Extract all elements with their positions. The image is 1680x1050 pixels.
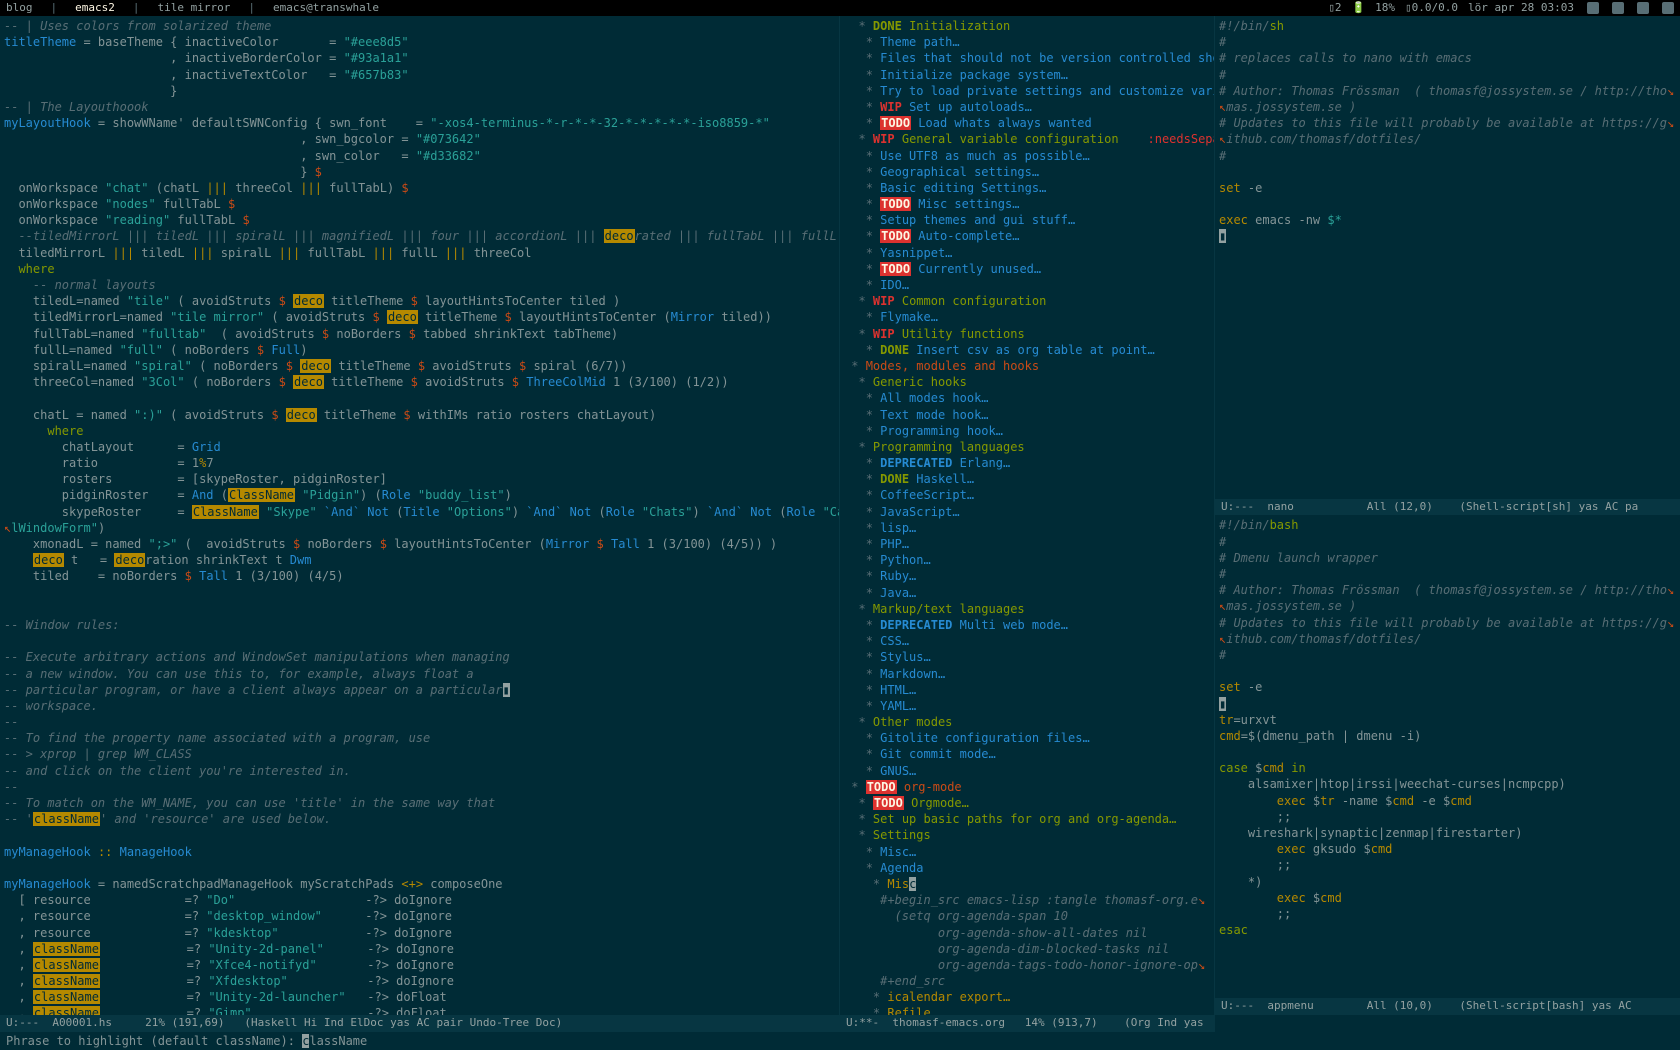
- tray-icon[interactable]: [1587, 2, 1599, 14]
- wm-tab-sep: |: [51, 1, 58, 16]
- modeline-org: U:**- thomasf-emacs.org 14% (913,7) (Org…: [840, 1015, 1215, 1032]
- wm-tab[interactable]: tile mirror: [158, 1, 231, 16]
- wm-tab[interactable]: emacs@transwhale: [273, 1, 379, 16]
- net-indicator: ▯2: [1328, 1, 1341, 16]
- tray-icon[interactable]: [1662, 2, 1674, 14]
- modeline-row: U:--- A00001.hs 21% (191,69) (Haskell Hi…: [0, 1015, 1680, 1032]
- minibuffer-prompt: Phrase to highlight (default className):: [6, 1034, 302, 1048]
- wm-panel: blog | emacs2 | tile mirror | emacs@tran…: [0, 0, 1680, 16]
- wm-tab-active[interactable]: emacs2: [75, 1, 115, 16]
- clock: lör apr 28 03:03: [1468, 1, 1574, 16]
- minibuffer[interactable]: Phrase to highlight (default className):…: [0, 1032, 1680, 1050]
- right-column: #!/bin/sh## replaces calls to nano with …: [1215, 16, 1680, 1015]
- load-indicator: ▯0.0/0.0: [1405, 1, 1458, 16]
- modeline-nano: U:--- nano All (12,0) (Shell-script[sh] …: [1215, 499, 1680, 516]
- wm-tray: ▯2 🔋 18% ▯0.0/0.0 lör apr 28 03:03: [1328, 1, 1674, 16]
- buffer-appmenu-sh[interactable]: #!/bin/bash## Dmenu launch wrapper## Aut…: [1215, 515, 1680, 998]
- wm-tabs: blog | emacs2 | tile mirror | emacs@tran…: [6, 1, 379, 16]
- wm-tab-sep: |: [248, 1, 255, 16]
- modeline-haskell: U:--- A00001.hs 21% (191,69) (Haskell Hi…: [0, 1015, 840, 1032]
- buffer-haskell[interactable]: -- | Uses colors from solarized themetit…: [0, 16, 840, 1015]
- wm-tab[interactable]: blog: [6, 1, 33, 16]
- modeline-appmenu: U:--- appmenu All (10,0) (Shell-script[b…: [1215, 998, 1680, 1015]
- buffer-orgmode[interactable]: * DONE Initialization * Theme path… * Fi…: [840, 16, 1215, 1015]
- minibuffer-input-rest: lassName: [309, 1034, 367, 1048]
- battery-percent: 18%: [1375, 1, 1395, 16]
- wm-tab-sep: |: [133, 1, 140, 16]
- buffer-nano-sh[interactable]: #!/bin/sh## replaces calls to nano with …: [1215, 16, 1680, 499]
- tray-icon[interactable]: [1612, 2, 1624, 14]
- emacs-frame: -- | Uses colors from solarized themetit…: [0, 16, 1680, 1015]
- tray-icon[interactable]: [1637, 2, 1649, 14]
- battery-icon: 🔋: [1351, 1, 1365, 16]
